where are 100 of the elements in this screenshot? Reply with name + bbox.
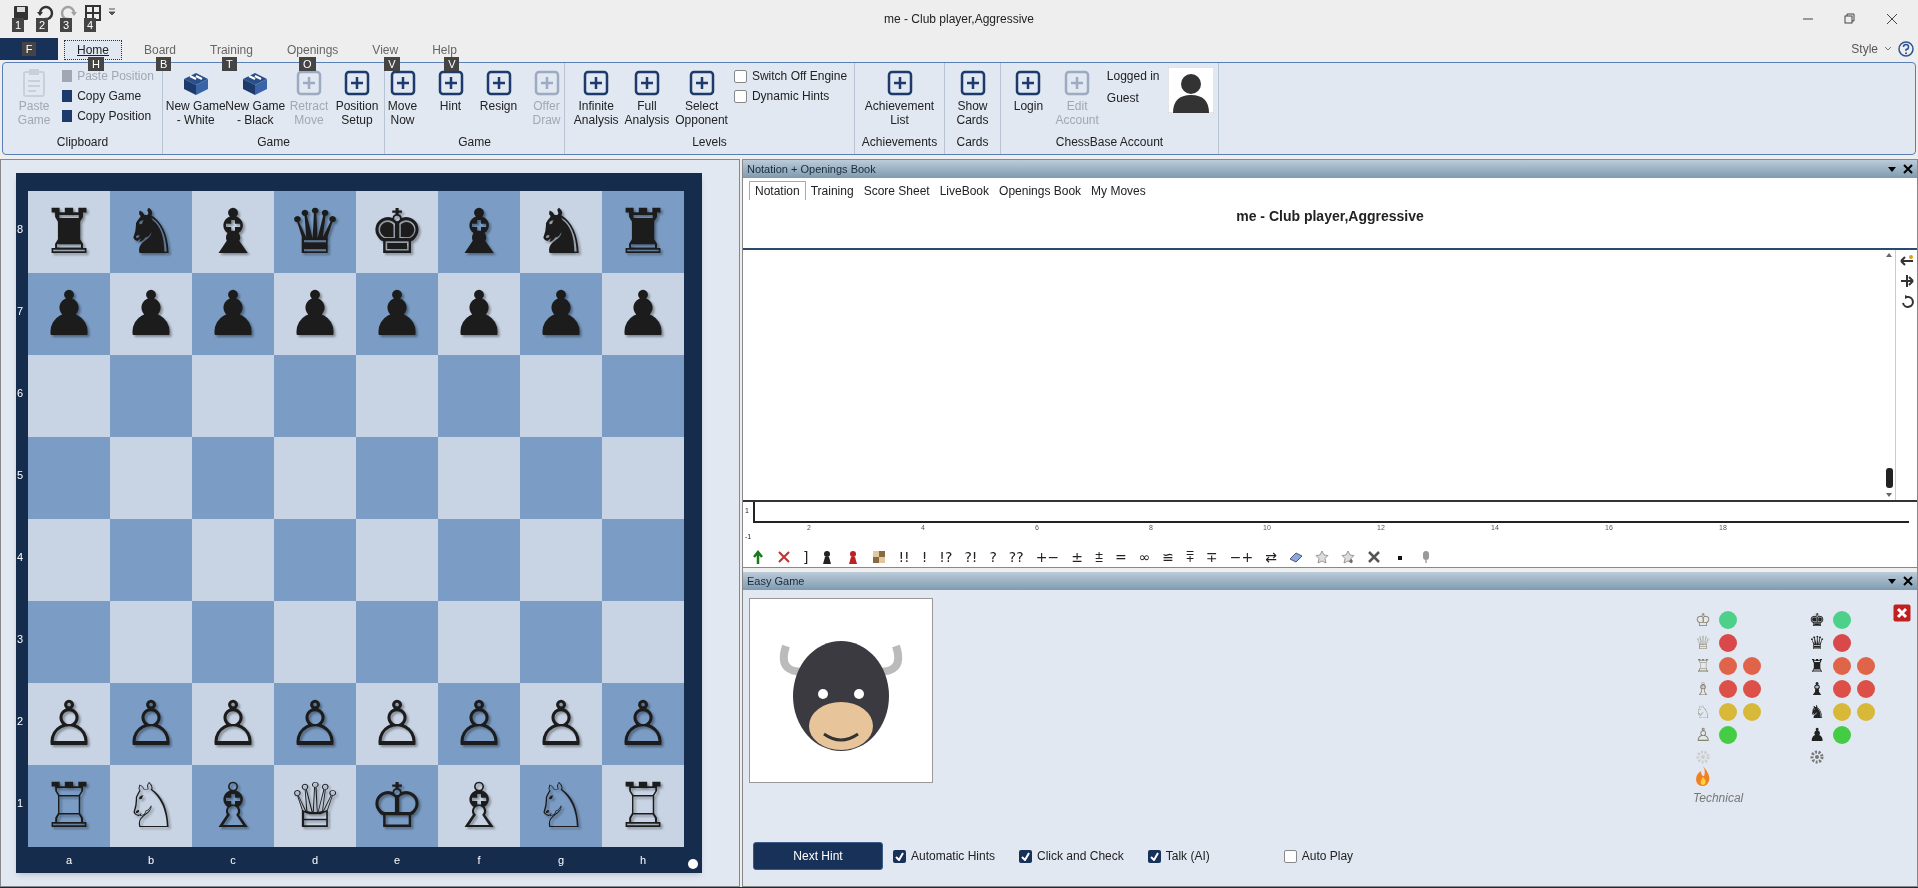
board-square[interactable]: ♟ <box>110 273 192 355</box>
panel-tab[interactable]: Openings Book <box>994 181 1087 200</box>
ribbon-button[interactable]: Full Analysis <box>622 67 672 127</box>
checkbox[interactable]: Auto Play <box>1283 847 1354 865</box>
board-square[interactable]: ♖ <box>602 765 684 847</box>
chess-piece[interactable]: ♟ <box>451 279 507 349</box>
board-square[interactable]: ♙ <box>110 683 192 765</box>
chess-piece[interactable]: ♙ <box>123 689 179 759</box>
board-square[interactable]: ♙ <box>438 683 520 765</box>
board-square[interactable]: ♔ <box>356 765 438 847</box>
board-square[interactable]: ♙ <box>192 683 274 765</box>
ribbon-button[interactable]: Copy Position <box>61 107 154 125</box>
board-square[interactable]: ♟ <box>602 273 684 355</box>
ribbon-button[interactable]: Copy Game <box>61 87 154 105</box>
chess-piece[interactable]: ♟ <box>123 279 179 349</box>
close-icon[interactable] <box>1903 164 1913 174</box>
ribbon-button[interactable]: Infinite Analysis <box>571 67 621 127</box>
chess-piece[interactable]: ♟ <box>533 279 589 349</box>
chess-piece[interactable]: ♖ <box>615 771 671 841</box>
board-square[interactable]: ♜ <box>602 191 684 273</box>
board-square[interactable]: ♕ <box>274 765 356 847</box>
chess-piece[interactable]: ♕ <box>287 771 343 841</box>
checkbox[interactable]: Automatic Hints <box>893 847 996 865</box>
dropdown-icon[interactable] <box>1887 165 1897 173</box>
chess-piece[interactable]: ♜ <box>41 197 97 267</box>
arrows-icon[interactable] <box>1899 274 1914 288</box>
board-square[interactable]: ♝ <box>438 191 520 273</box>
dropdown-icon[interactable] <box>1887 577 1897 585</box>
board-square[interactable]: ♙ <box>520 683 602 765</box>
chess-piece[interactable]: ♙ <box>287 689 343 759</box>
chess-piece[interactable]: ♙ <box>615 689 671 759</box>
scroll-down-icon[interactable] <box>1885 492 1893 498</box>
undo-icon[interactable] <box>36 4 54 22</box>
chevron-down-icon[interactable] <box>1884 46 1892 52</box>
chess-piece[interactable]: ♗ <box>205 771 261 841</box>
chess-piece[interactable]: ♛ <box>287 197 343 267</box>
chess-piece[interactable]: ♚ <box>369 197 425 267</box>
chess-piece[interactable]: ♝ <box>205 197 261 267</box>
chess-piece[interactable]: ♙ <box>41 689 97 759</box>
floppy-icon[interactable] <box>12 4 30 22</box>
chess-piece[interactable]: ♞ <box>533 197 589 267</box>
checkbox[interactable]: Click and Check <box>1019 847 1124 865</box>
board-square[interactable]: ♛ <box>274 191 356 273</box>
board-square[interactable]: ♟ <box>274 273 356 355</box>
chess-piece[interactable]: ♙ <box>369 689 425 759</box>
chess-piece[interactable]: ♔ <box>369 771 425 841</box>
checkbox[interactable]: Talk (AI) <box>1147 847 1210 865</box>
arrows-icon[interactable] <box>1899 254 1914 268</box>
chess-piece[interactable]: ♝ <box>451 197 507 267</box>
chess-piece[interactable]: ♞ <box>123 197 179 267</box>
board-square[interactable]: ♘ <box>110 765 192 847</box>
panel-tab[interactable]: Training <box>805 181 859 200</box>
ribbon-button[interactable]: Select Opponent <box>673 67 730 127</box>
chess-piece[interactable]: ♙ <box>533 689 589 759</box>
style-menu[interactable]: Style <box>1851 40 1878 58</box>
ribbon-button[interactable]: Achievement List <box>862 67 937 127</box>
chess-piece[interactable]: ♖ <box>41 771 97 841</box>
ribbon-tab[interactable]: View <box>360 40 411 60</box>
board-square[interactable]: ♚ <box>356 191 438 273</box>
chess-piece[interactable]: ♙ <box>205 689 261 759</box>
board-square[interactable]: ♘ <box>520 765 602 847</box>
chess-piece[interactable]: ♟ <box>615 279 671 349</box>
scrollbar-thumb[interactable] <box>1885 468 1893 488</box>
next-hint-button[interactable]: Next Hint <box>753 842 883 870</box>
up-arrow-icon[interactable] <box>751 549 765 564</box>
board-square[interactable]: ♗ <box>438 765 520 847</box>
rotate-icon[interactable] <box>1899 294 1914 308</box>
board-icon[interactable] <box>872 549 887 564</box>
chess-piece[interactable]: ♜ <box>615 197 671 267</box>
restore-icon[interactable] <box>1844 13 1856 25</box>
chess-piece[interactable]: ♟ <box>369 279 425 349</box>
ribbon-tab[interactable]: Board <box>132 40 189 60</box>
ribbon-tab[interactable]: Openings <box>274 40 351 60</box>
help-icon[interactable] <box>1898 41 1914 57</box>
board-square[interactable]: ♞ <box>520 191 602 273</box>
ribbon-tab[interactable]: Help <box>420 40 469 60</box>
board-square[interactable]: ♟ <box>192 273 274 355</box>
panel-tab[interactable]: My Moves <box>1086 181 1151 200</box>
ribbon-button[interactable]: Show Cards <box>949 67 996 127</box>
ribbon-tab[interactable]: Training <box>198 40 265 60</box>
board-square[interactable]: ♙ <box>356 683 438 765</box>
checkbox[interactable]: Dynamic Hints <box>733 87 848 105</box>
board-square[interactable]: ♝ <box>192 191 274 273</box>
board-square[interactable]: ♙ <box>274 683 356 765</box>
board-square[interactable]: ♟ <box>520 273 602 355</box>
ribbon-button[interactable]: Position Setup <box>334 67 380 127</box>
ribbon-tab[interactable]: Home <box>64 40 122 60</box>
panel-tab[interactable]: Notation <box>749 181 806 200</box>
board-square[interactable]: ♞ <box>110 191 192 273</box>
panel-tab[interactable]: Score Sheet <box>858 181 935 200</box>
close-icon[interactable] <box>1903 576 1913 586</box>
star-plus-icon[interactable] <box>1341 549 1355 564</box>
close-icon[interactable] <box>1886 13 1898 25</box>
checkbox[interactable]: Switch Off Engine <box>733 67 848 85</box>
board-square[interactable]: ♟ <box>356 273 438 355</box>
panel-tab[interactable]: LiveBook <box>934 181 995 200</box>
chess-piece[interactable]: ♟ <box>205 279 261 349</box>
board-square[interactable]: ♙ <box>602 683 684 765</box>
close-icon[interactable] <box>1893 604 1911 622</box>
chess-piece[interactable]: ♘ <box>533 771 589 841</box>
